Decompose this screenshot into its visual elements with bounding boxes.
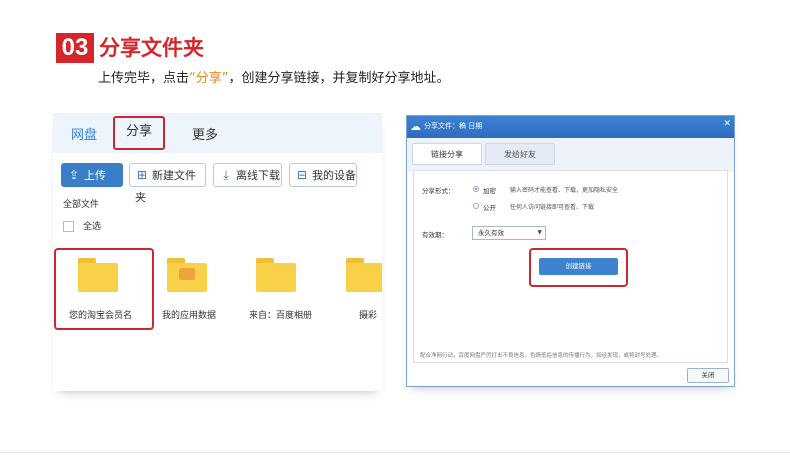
download-icon: ⤓ xyxy=(223,168,229,182)
desc-after: ，创建分享链接，并复制好分享地址。 xyxy=(228,71,450,86)
select-all-checkbox[interactable] xyxy=(63,221,74,232)
validity-select[interactable]: 永久有效 ▼ xyxy=(472,226,546,240)
dialog-title: 分享文件：稿 日期 xyxy=(424,122,483,130)
tab-netdisk[interactable]: 网盘 xyxy=(71,124,97,143)
new-folder-button[interactable]: ⊞ 新建文件夹 xyxy=(129,163,206,204)
radio-public[interactable] xyxy=(473,203,479,209)
share-dialog: ☁ 分享文件：稿 日期 ✕ 链接分享 发给好友 分享形式： 加密 输入密码才能查… xyxy=(406,115,735,387)
option-encrypted-desc: 输入密码才能查看、下载，更加隐私安全 xyxy=(510,187,619,194)
create-link-highlight-box: 创建链接 xyxy=(529,248,628,287)
app-folder-icon[interactable] xyxy=(167,258,207,292)
radio-encrypted[interactable] xyxy=(473,186,479,192)
step-title: 分享文件夹 xyxy=(99,36,204,60)
divider xyxy=(0,452,790,453)
dialog-titlebar: ☁ 分享文件：稿 日期 ✕ xyxy=(407,116,734,138)
validity-label: 有效期： xyxy=(422,231,448,239)
folder-icon[interactable] xyxy=(256,258,296,292)
close-icon[interactable]: ✕ xyxy=(723,119,731,129)
tab-share-label: 分享 xyxy=(125,124,152,139)
create-link-button[interactable]: 创建链接 xyxy=(539,258,618,275)
desc-highlight: “分享” xyxy=(189,71,229,86)
netdisk-tabbar: 网盘 分享 更多 xyxy=(53,113,382,153)
desc-before: 上传完毕，点击 xyxy=(98,71,190,86)
validity-value: 永久有效 xyxy=(478,229,504,237)
select-all-label: 全选 xyxy=(83,222,102,232)
option-encrypted-label: 加密 xyxy=(483,187,496,195)
folder-name[interactable]: 我的应用数据 xyxy=(162,308,216,321)
share-form-label: 分享形式： xyxy=(422,187,455,195)
new-folder-icon: ⊞ xyxy=(136,168,148,182)
tab-send-friend[interactable]: 发给好友 xyxy=(485,143,555,165)
dialog-tabs: 链接分享 发给好友 xyxy=(407,138,734,172)
my-devices-label: 我的设备 xyxy=(312,169,356,182)
tab-share[interactable]: 分享 xyxy=(113,116,165,150)
folder-icon[interactable] xyxy=(78,258,118,292)
folder-name[interactable]: 摄彩 xyxy=(359,308,377,321)
policy-notice: 配合净网行动，百度网盘严厉打击不良信息、色情低俗信息的传播行为，如经发现，或将封… xyxy=(420,353,663,359)
step-description: 上传完毕，点击“分享”，创建分享链接，并复制好分享地址。 xyxy=(98,70,450,88)
option-public-label: 公开 xyxy=(483,204,496,212)
select-all[interactable]: 全选 xyxy=(63,219,101,232)
dialog-content: 分享形式： 加密 输入密码才能查看、下载，更加隐私安全 公开 任何人访问链接即可… xyxy=(413,170,728,363)
baidu-cloud-icon: ☁ xyxy=(410,120,421,133)
folder-icon[interactable] xyxy=(346,258,382,292)
my-devices-button[interactable]: ⊟ 我的设备 xyxy=(289,163,357,187)
device-icon: ⊟ xyxy=(296,168,308,182)
tab-link-share[interactable]: 链接分享 xyxy=(412,143,482,165)
folder-name[interactable]: 来自：百度相册 xyxy=(249,308,312,321)
tab-more[interactable]: 更多 xyxy=(192,124,218,143)
option-public-desc: 任何人访问链接即可查看、下载 xyxy=(510,204,595,211)
step-number-badge: 03 xyxy=(56,33,94,63)
chevron-down-icon: ▼ xyxy=(537,229,542,236)
breadcrumb-all-files[interactable]: 全部文件 xyxy=(63,197,99,210)
close-button[interactable]: 关闭 xyxy=(687,368,729,383)
netdisk-panel: 网盘 分享 更多 ⇪ 上传 ⊞ 新建文件夹 ⤓ 离线下载 ⊟ 我的设备 全部文件 全选 … xyxy=(53,113,382,391)
upload-icon: ⇪ xyxy=(68,168,80,182)
folder-name[interactable]: 您的淘宝会员名 xyxy=(69,308,132,321)
offline-download-label: 离线下载 xyxy=(236,169,280,182)
offline-download-button[interactable]: ⤓ 离线下载 xyxy=(213,163,282,187)
upload-button[interactable]: ⇪ 上传 xyxy=(61,163,123,187)
upload-label: 上传 xyxy=(84,169,106,182)
